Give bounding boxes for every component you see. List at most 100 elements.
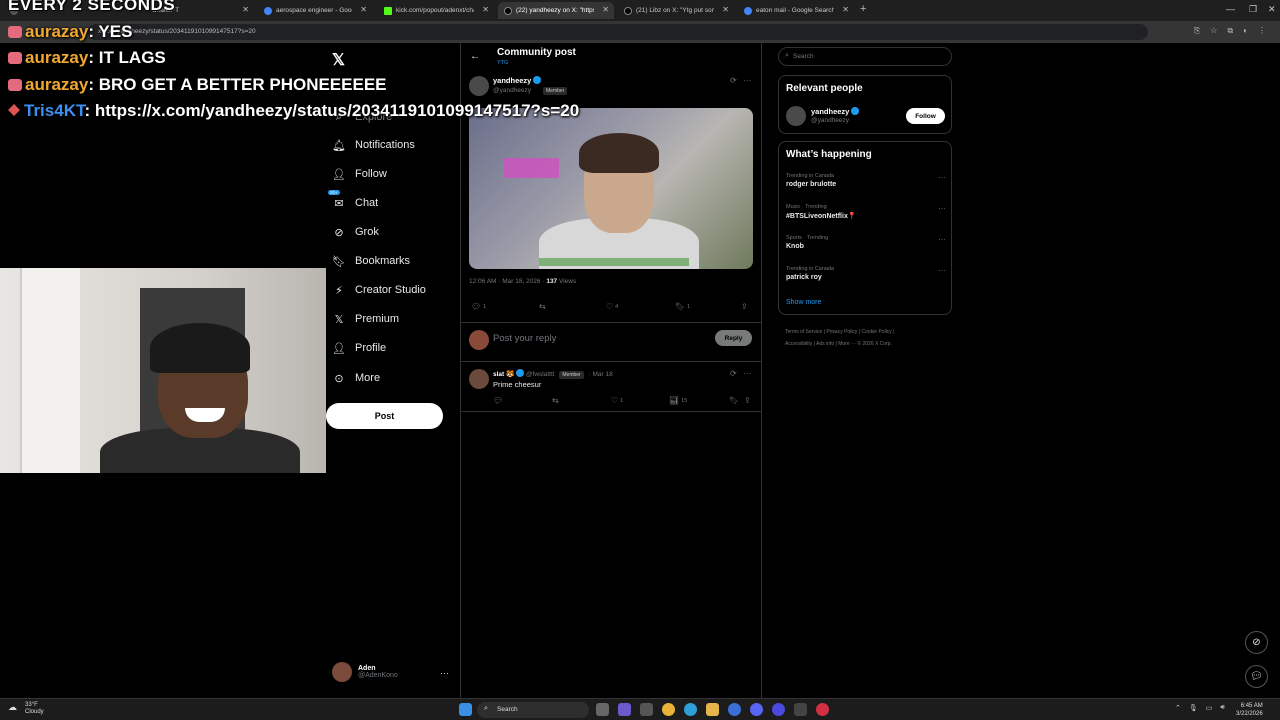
footer-link[interactable]: Cookie Policy — [862, 329, 892, 335]
share-action[interactable]: ⇪ — [744, 396, 751, 405]
close-tab-icon[interactable]: ✕ — [602, 5, 609, 14]
footer-link[interactable]: Ads info — [816, 341, 834, 347]
minimize-icon[interactable]: — — [1226, 4, 1235, 14]
show-more-link[interactable]: Show more — [786, 299, 821, 306]
like-action[interactable]: ♡ 1 — [611, 396, 623, 405]
repost-action[interactable]: ⇆ — [539, 302, 546, 311]
nav-item-follow[interactable]: 👤︎ Follow — [332, 165, 387, 183]
footer-link[interactable]: More ··· — [838, 341, 856, 347]
avatar[interactable] — [786, 106, 806, 126]
community-name-link[interactable]: YTG — [497, 60, 508, 66]
nav-item-premium[interactable]: 𝕏 Premium — [332, 310, 399, 328]
trend-item[interactable]: Music · Trending #BTSLiveonNetflix📍 ··· — [786, 204, 946, 220]
more-dots-icon[interactable]: ··· — [938, 235, 946, 244]
profile-menu-icon[interactable]: ◐ — [1243, 26, 1248, 36]
browser-tab[interactable]: kick.com/popout/adenxt/chat ✕ — [378, 2, 494, 19]
grok-explain-icon[interactable]: ⟳ — [730, 369, 737, 378]
network-icon[interactable]: ▭ — [1206, 704, 1213, 712]
share-action[interactable]: ⇪ — [741, 302, 748, 311]
discord-icon[interactable] — [750, 703, 763, 716]
browser-tab[interactable]: (21) Libz on X: "Ytg put some o✕ — [618, 2, 734, 19]
more-dots-icon[interactable]: ··· — [938, 204, 946, 213]
extensions-icon[interactable]: ⧉ — [1227, 26, 1233, 36]
app-icon[interactable] — [772, 703, 785, 716]
reply-button[interactable]: Reply — [715, 330, 752, 346]
more-dots-icon[interactable]: ··· — [743, 369, 751, 378]
close-tab-icon[interactable]: ✕ — [722, 5, 729, 14]
avatar[interactable] — [469, 76, 489, 96]
windows-start-icon[interactable] — [459, 703, 472, 716]
nav-item-chat[interactable]: ✉ 20+ Chat — [328, 190, 378, 212]
views-action[interactable]: 📊︎ 15 — [669, 396, 687, 405]
account-switcher[interactable]: Aden @AdenKono — [332, 662, 398, 682]
repost-action[interactable]: ⇆ — [552, 396, 559, 405]
obs-icon[interactable] — [816, 703, 829, 716]
messages-float-icon[interactable]: 💬︎ — [1245, 665, 1268, 688]
weather-widget[interactable]: ☁ 33°F Cloudy — [8, 702, 44, 716]
volume-icon[interactable]: 🔊︎ — [1220, 704, 1224, 712]
microphone-icon[interactable]: 🎙︎ — [1189, 704, 1198, 712]
grok-explain-icon[interactable]: ⟳ — [730, 76, 737, 85]
browser-menu-icon[interactable]: ⋮ — [1258, 26, 1266, 36]
reply-action[interactable]: 💬︎ 1 — [471, 302, 486, 311]
taskbar-search[interactable]: ⌕ Search — [477, 702, 589, 718]
close-tab-icon[interactable]: ✕ — [360, 5, 367, 14]
browser-tab[interactable]: aerospace engineer - Google Se✕ — [258, 2, 372, 19]
trend-item[interactable]: Trending in Canada patrick roy ··· — [786, 266, 946, 281]
nav-item-more[interactable]: ⊙ More — [332, 369, 380, 387]
bookmark-icon: 🔖︎ — [675, 302, 686, 311]
browser-tab[interactable]: eaton mail - Google Search ✕ — [738, 2, 854, 19]
copilot-icon[interactable] — [618, 703, 631, 716]
x-logo-icon[interactable]: 𝕏 — [332, 50, 345, 70]
app-icon[interactable] — [640, 703, 653, 716]
footer-link[interactable]: Privacy Policy — [826, 329, 857, 335]
task-view-icon[interactable] — [596, 703, 609, 716]
install-app-icon[interactable]: ⎘ — [1194, 26, 1200, 36]
more-dots-icon[interactable]: ··· — [938, 173, 946, 182]
app-icon[interactable] — [728, 703, 741, 716]
back-arrow-icon[interactable]: ← — [470, 51, 480, 62]
like-action[interactable]: ♡ 4 — [606, 302, 618, 311]
grok-float-icon[interactable]: ⊘ — [1245, 631, 1268, 654]
edge-icon[interactable] — [684, 703, 697, 716]
nav-item-grok[interactable]: ⊘ Grok — [332, 223, 378, 241]
browser-tab-active[interactable]: (22) yandheezy on X: "https: ✕ — [498, 2, 614, 19]
maximize-icon[interactable]: ❐ — [1249, 4, 1257, 15]
nav-item-notifications[interactable]: 🔔︎ Notifications — [332, 136, 415, 154]
post-author-name[interactable]: yandheezy — [493, 76, 542, 85]
close-tab-icon[interactable]: ✕ — [842, 5, 849, 14]
footer-link[interactable]: Terms of Service — [785, 329, 822, 335]
post-button[interactable]: Post — [326, 403, 443, 429]
reply-input[interactable]: Post your reply — [493, 333, 556, 344]
app-icon[interactable] — [794, 703, 807, 716]
address-bar[interactable]: x.com/yandheezy/status/20341191010991475… — [88, 24, 1148, 40]
more-dots-icon[interactable]: ··· — [440, 668, 449, 678]
tray-chevron-icon[interactable]: ⌃ — [1175, 704, 1181, 712]
post-author-handle[interactable]: @yandheezy — [493, 87, 531, 94]
close-tab-icon[interactable]: ✕ — [482, 5, 489, 14]
new-tab-icon[interactable]: + — [860, 3, 866, 15]
bookmark-action[interactable]: 🔖︎ — [729, 396, 739, 405]
relevant-person-name[interactable]: yandheezy — [811, 107, 860, 116]
close-tab-icon[interactable]: ✕ — [242, 5, 249, 14]
chrome-icon[interactable] — [662, 703, 675, 716]
relevant-person-handle[interactable]: @yandheezy — [811, 117, 849, 124]
reply-action[interactable]: 💬︎ — [493, 396, 503, 405]
footer-link[interactable]: Accessibility — [785, 341, 812, 347]
bookmark-action[interactable]: 🔖︎ 1 — [675, 302, 690, 311]
search-input[interactable]: ⌕ Search — [778, 47, 952, 66]
follow-button[interactable]: Follow — [906, 108, 945, 124]
taskbar-clock[interactable]: 6:45 AM 3/22/2026 — [1236, 702, 1263, 718]
post-video[interactable] — [469, 108, 753, 269]
nav-item-creator-studio[interactable]: ⚡︎ Creator Studio — [332, 281, 426, 299]
avatar[interactable] — [469, 369, 489, 389]
more-dots-icon[interactable]: ··· — [938, 266, 946, 275]
nav-item-profile[interactable]: 👤︎ Profile — [332, 339, 386, 357]
trend-item[interactable]: Sports · Trending Knob ··· — [786, 235, 946, 250]
bookmark-star-icon[interactable]: ☆ — [1210, 26, 1217, 36]
trend-item[interactable]: Trending in Canada rodger brulotte ··· — [786, 173, 946, 188]
file-explorer-icon[interactable] — [706, 703, 719, 716]
close-window-icon[interactable]: ✕ — [1268, 4, 1276, 15]
nav-item-bookmarks[interactable]: 🔖︎ Bookmarks — [332, 252, 410, 270]
more-dots-icon[interactable]: ··· — [743, 76, 751, 85]
